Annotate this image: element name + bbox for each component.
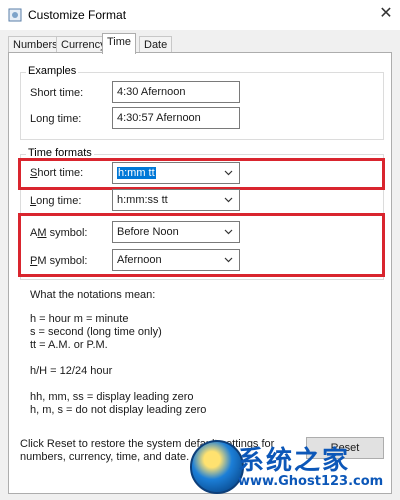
chevron-down-icon (224, 229, 233, 235)
example-long-label: Long time: (30, 113, 82, 125)
tab-numbers[interactable]: Numbers (8, 36, 63, 53)
chevron-down-icon (224, 257, 233, 263)
examples-legend: Examples (26, 65, 79, 77)
pm-symbol-label: PM symbol: (30, 255, 87, 267)
pm-symbol-combo[interactable]: Afernoon (112, 249, 240, 271)
short-time-combo[interactable]: h:mm tt (112, 162, 240, 184)
watermark-logo-icon (190, 440, 244, 494)
long-time-label: Long time: (30, 195, 81, 207)
tab-date[interactable]: Date (139, 36, 173, 53)
long-time-combo[interactable]: h:mm:ss tt (112, 189, 240, 211)
am-symbol-label: AM symbol: (30, 227, 87, 239)
am-symbol-value: Before Noon (117, 226, 179, 238)
short-time-label: Short time: (30, 167, 83, 179)
short-time-label-text: hort time: (37, 167, 84, 179)
notation-line: hh, mm, ss = display leading zero (30, 391, 194, 403)
long-time-value: h:mm:ss tt (117, 194, 168, 206)
notation-line: s = second (long time only) (30, 326, 162, 338)
notation-line: tt = A.M. or P.M. (30, 339, 108, 351)
pm-symbol-value: Afernoon (117, 254, 162, 266)
chevron-down-icon (224, 197, 233, 203)
watermark-text: 系统之家 (238, 446, 351, 476)
pm-label-rest: M symbol: (37, 255, 88, 267)
am-label-rest: symbol: (46, 227, 88, 239)
am-symbol-combo[interactable]: Before Noon (112, 221, 240, 243)
tab-time[interactable]: Time (102, 33, 137, 54)
window-title: Customize Format (28, 8, 127, 22)
reset-hint-line2: numbers, currency, time, and date. (20, 451, 190, 463)
notations-heading: What the notations mean: (30, 289, 156, 301)
watermark-url: www.Ghost123.com (238, 474, 384, 489)
app-icon (8, 8, 22, 22)
example-long-value: 4:30:57 Afernoon (112, 107, 240, 129)
example-short-label: Short time: (30, 87, 84, 99)
close-icon[interactable]: ✕ (376, 4, 396, 24)
example-short-value: 4:30 Afernoon (112, 81, 240, 103)
notation-line: h/H = 12/24 hour (30, 365, 113, 377)
long-time-label-text: ong time: (36, 195, 82, 207)
notation-line: h, m, s = do not display leading zero (30, 404, 207, 416)
chevron-down-icon (224, 170, 233, 176)
short-time-value: h:mm tt (117, 167, 156, 179)
notation-line: h = hour m = minute (30, 313, 129, 325)
am-symbol-mnemonic: M (37, 227, 47, 239)
